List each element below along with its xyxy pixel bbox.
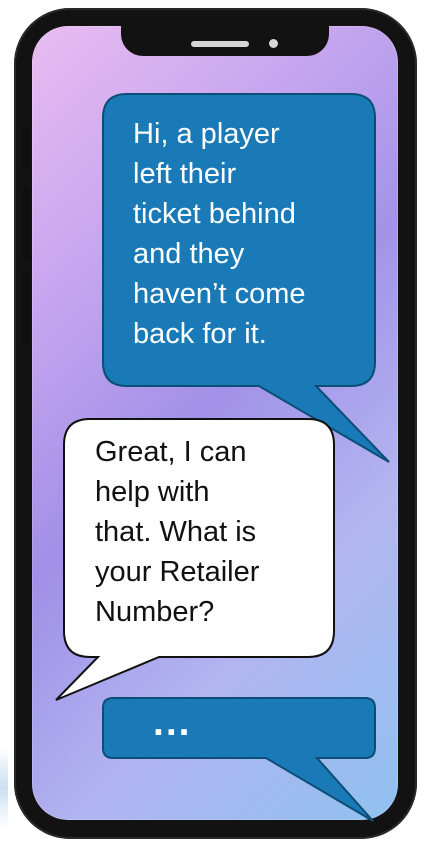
reply-message-text: Great, I can help with that. What is you… (95, 436, 260, 628)
phone-chat-illustration: Hi, a player left their ticket behind an… (0, 0, 427, 847)
side-button-volume-up (22, 186, 30, 260)
side-button-mute (22, 126, 30, 168)
speaker-icon (191, 41, 249, 47)
side-button-volume-down (22, 270, 30, 344)
edge-shadow (0, 748, 8, 828)
typing-indicator-bubble (102, 697, 376, 822)
typing-indicator-text: ... (153, 701, 192, 744)
camera-icon (269, 39, 278, 48)
agent-message-text: Hi, a player left their ticket behind an… (133, 118, 306, 350)
